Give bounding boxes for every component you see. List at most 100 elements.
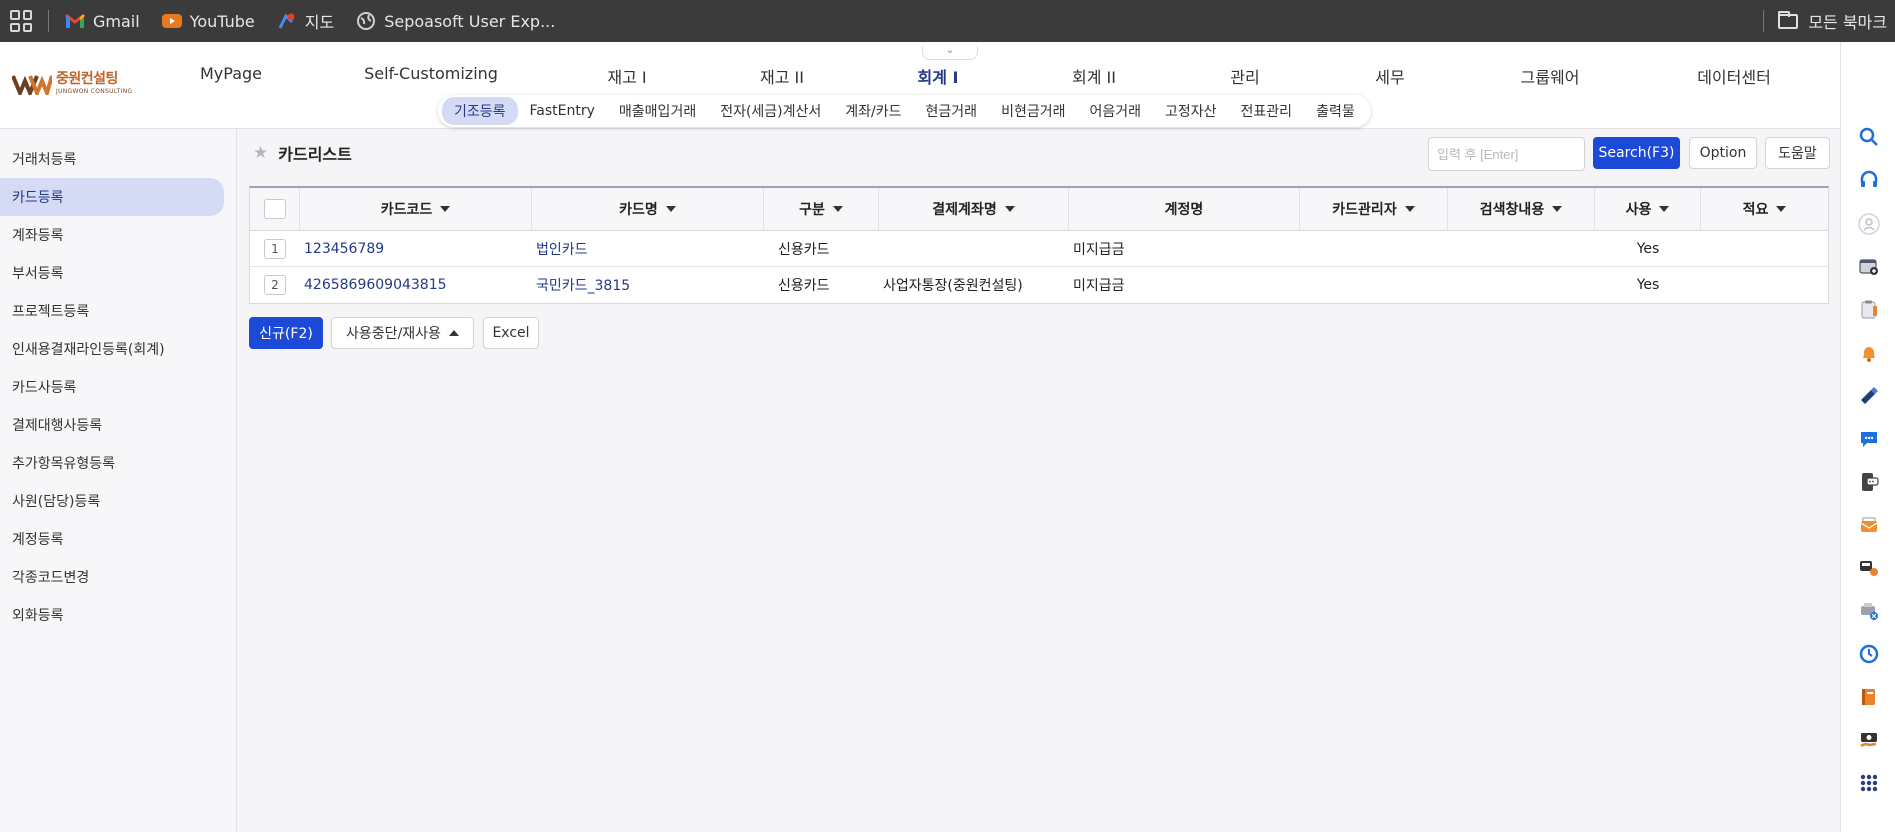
table-row[interactable]: 2 4265869609043815 국민카드_3815 신용카드 사업자통장(… [250, 267, 1828, 303]
column-header[interactable]: 적요 [1701, 188, 1828, 230]
main-menu-groupware[interactable]: 그룹웨어 [1521, 64, 1580, 88]
sub-menu-item[interactable]: 전표관리 [1229, 97, 1305, 125]
mobile-message-icon[interactable] [1858, 471, 1880, 493]
company-logo[interactable]: 중원컨설팅 JUNGWON CONSULTING [12, 72, 132, 95]
main-menu-inventory-2[interactable]: 재고 II [760, 64, 804, 88]
app-grid-icon[interactable] [1858, 772, 1880, 794]
new-card-button[interactable]: 신규(F2) [249, 317, 323, 349]
column-header[interactable]: 카드관리자 [1300, 188, 1448, 230]
bell-icon[interactable] [1858, 342, 1880, 364]
grid-header-row: 카드코드 카드명 구분 결제계좌명 계정명 카드관리자 검색창내용 사용 적요 [250, 188, 1828, 231]
card-name-cell[interactable]: 법인카드 [532, 231, 764, 266]
option-button[interactable]: Option [1689, 137, 1757, 169]
select-all-checkbox[interactable] [263, 199, 286, 219]
table-row[interactable]: 1 123456789 법인카드 신용카드 미지급금 Yes [250, 231, 1828, 267]
use-status-cell: Yes [1636, 240, 1660, 257]
printer-settings-icon[interactable] [1858, 600, 1880, 622]
column-header[interactable]: 구분 [764, 188, 879, 230]
sidebar-item[interactable]: 거래처등록 [0, 140, 224, 178]
sub-menu-item[interactable]: 출력물 [1304, 97, 1367, 125]
window-add-icon[interactable] [1858, 256, 1880, 278]
row-number[interactable]: 2 [264, 275, 286, 295]
main-menu-datacenter[interactable]: 데이터센터 [1697, 64, 1771, 88]
card-kind-cell: 신용카드 [778, 241, 830, 258]
sub-menu-item[interactable]: 계좌/카드 [833, 97, 913, 125]
sidebar-item[interactable]: 계정등록 [0, 520, 224, 558]
main-menu: MyPage Self-Customizing 재고 I 재고 II 회계 I … [150, 64, 1790, 92]
bookmark-gmail[interactable]: Gmail [65, 11, 140, 31]
sub-menu-item[interactable]: 현금거래 [914, 97, 990, 125]
sidebar-item[interactable]: 카드사등록 [0, 368, 224, 406]
column-header[interactable]: 카드코드 [300, 188, 532, 230]
search-content-cell [1448, 267, 1595, 303]
row-number[interactable]: 1 [264, 238, 286, 259]
column-header[interactable]: 결제계좌명 [879, 188, 1069, 230]
excel-button[interactable]: Excel [483, 317, 539, 349]
sidebar-item[interactable]: 인새용결재라인등록(회계) [0, 330, 224, 368]
sidebar: 거래처등록 카드등록 계좌등록 부서등록 프로젝트등록 인새용결재라인등록(회계… [0, 129, 237, 832]
pen-tool-icon[interactable] [1858, 385, 1880, 407]
search-content-cell [1448, 231, 1595, 266]
main-menu-management[interactable]: 관리 [1230, 64, 1259, 88]
all-bookmarks-label: 모든 북마크 [1808, 13, 1887, 32]
card-code-cell[interactable]: 123456789 [300, 231, 532, 266]
sidebar-item[interactable]: 추가항목유형등록 [0, 444, 224, 482]
headset-icon[interactable] [1858, 169, 1880, 191]
sub-menu-item[interactable]: 고정자산 [1153, 97, 1229, 125]
sub-menu-item[interactable]: 전자(세금)계산서 [708, 97, 833, 125]
search-icon[interactable] [1858, 126, 1880, 148]
sidebar-item[interactable]: 부서등록 [0, 254, 224, 292]
user-avatar-icon[interactable] [1858, 213, 1880, 235]
column-header[interactable]: 카드명 [532, 188, 764, 230]
clipboard-icon[interactable] [1858, 299, 1880, 321]
main-menu-tax[interactable]: 세무 [1375, 64, 1404, 88]
toggle-use-button[interactable]: 사용중단/재사용 [331, 317, 474, 349]
main-menu-self-customizing[interactable]: Self-Customizing [364, 64, 498, 83]
main-menu-inventory-1[interactable]: 재고 I [607, 64, 646, 88]
sidebar-item-active[interactable]: 카드등록 [0, 178, 224, 216]
favorite-star-icon[interactable]: ★ [253, 143, 268, 163]
page-title-row: ★ 카드리스트 [253, 141, 352, 165]
column-header[interactable]: 검색창내용 [1448, 188, 1595, 230]
apps-grid-icon[interactable] [10, 10, 32, 32]
bookmark-youtube[interactable]: YouTube [161, 11, 255, 31]
sidebar-item[interactable]: 사원(담당)등록 [0, 482, 224, 520]
bookmark-label: Sepoasoft User Exp... [384, 11, 556, 31]
sidebar-item[interactable]: 프로젝트등록 [0, 292, 224, 330]
column-header[interactable]: 사용 [1595, 188, 1701, 230]
chat-icon[interactable] [1858, 428, 1880, 450]
bookmark-maps[interactable]: 지도 [277, 9, 334, 33]
app-header: ⌄ 중원컨설팅 JUNGWON CONSULTING MyPage Self-C… [0, 42, 1840, 129]
sub-menu-item[interactable]: 어음거래 [1077, 97, 1153, 125]
main-menu-mypage[interactable]: MyPage [200, 64, 262, 83]
sidebar-item[interactable]: 각종코드변경 [0, 558, 224, 596]
card-name-cell[interactable]: 국민카드_3815 [532, 267, 764, 303]
sub-menu-item[interactable]: FastEntry [518, 99, 607, 123]
sort-caret-icon [1004, 206, 1015, 212]
clock-history-icon[interactable] [1858, 643, 1880, 665]
search-input[interactable] [1428, 137, 1585, 171]
card-code-cell[interactable]: 4265869609043815 [300, 267, 532, 303]
mail-box-icon[interactable] [1858, 514, 1880, 536]
main-menu-accounting-2[interactable]: 회계 II [1072, 64, 1116, 88]
sidebar-item[interactable]: 계좌등록 [0, 216, 224, 254]
cash-hand-icon[interactable] [1858, 729, 1880, 751]
search-button[interactable]: Search(F3) [1593, 137, 1680, 169]
memo-cell [1701, 231, 1828, 266]
sub-menu-item[interactable]: 매출매입거래 [607, 97, 708, 125]
bookmark-separator [1763, 10, 1765, 32]
logo-name: 중원컨설팅 [56, 71, 118, 87]
transfer-icon[interactable] [1858, 557, 1880, 579]
sub-menu-item[interactable]: 비현금거래 [989, 97, 1077, 125]
sidebar-item[interactable]: 결제대행사등록 [0, 406, 224, 444]
help-button[interactable]: 도움말 [1765, 137, 1830, 169]
main-menu-accounting-1[interactable]: 회계 I [918, 64, 959, 88]
all-bookmarks[interactable]: 모든 북마크 [1763, 0, 1895, 42]
header-collapse-toggle[interactable]: ⌄ [922, 46, 978, 60]
column-header[interactable]: 계정명 [1069, 188, 1300, 230]
sub-menu-item[interactable]: 기조등록 [442, 97, 518, 125]
book-icon[interactable] [1858, 686, 1880, 708]
sidebar-item[interactable]: 외화등록 [0, 596, 224, 634]
page-title: 카드리스트 [278, 145, 352, 164]
bookmark-sepoasoft[interactable]: Sepoasoft User Exp... [356, 11, 555, 31]
